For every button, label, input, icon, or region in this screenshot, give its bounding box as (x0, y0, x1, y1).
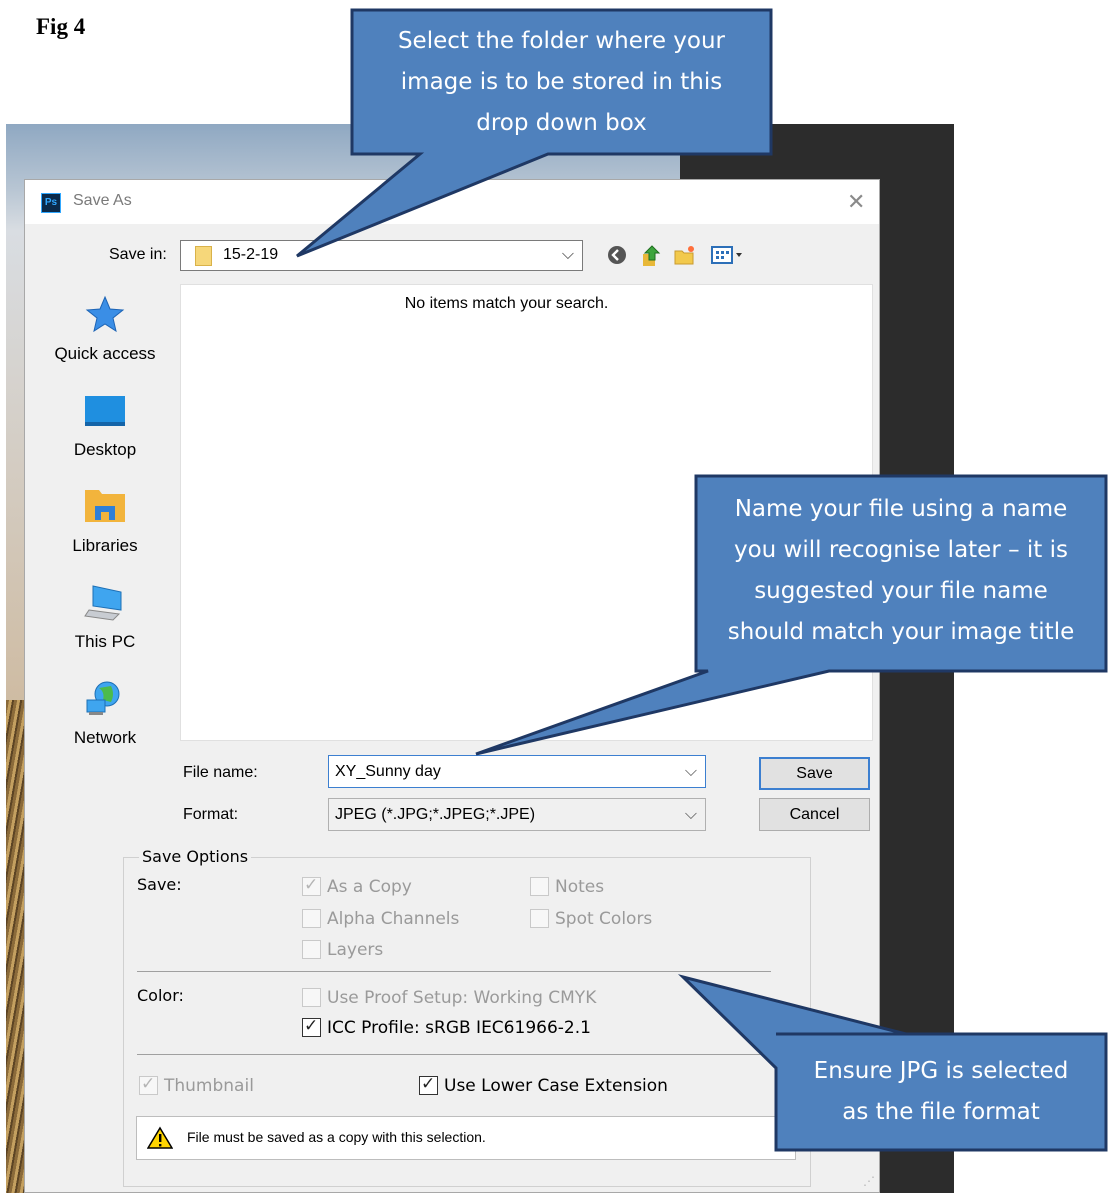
file-name-value: XY_Sunny day (335, 763, 441, 780)
as-a-copy-label: As a Copy (327, 877, 412, 897)
dialog-title: Save As (73, 192, 132, 209)
use-proof-setup-label: Use Proof Setup: Working CMYK (327, 988, 597, 1008)
chevron-down-icon: ⌵ (561, 244, 574, 263)
figure-label: Fig 4 (36, 14, 86, 39)
background-grass (6, 700, 24, 1193)
place-label: Network (73, 728, 137, 747)
callout-line: Ensure JPG is selected (813, 1058, 1069, 1084)
as-a-copy-checkbox[interactable]: ✓ (302, 875, 321, 896)
warning-icon (146, 1126, 174, 1150)
notes-label: Notes (555, 877, 605, 897)
layers-checkbox[interactable] (302, 940, 321, 959)
star-icon (83, 294, 127, 334)
back-icon[interactable] (605, 244, 629, 268)
save-label: Save: (137, 875, 182, 894)
callout-line: you will recognise later – it is (733, 537, 1069, 563)
place-network[interactable]: Network (35, 668, 175, 758)
format-dropdown[interactable]: JPEG (*.JPG;*.JPEG;*.JPE) ⌵ (328, 798, 706, 831)
resize-grip-icon[interactable]: ⋰ (863, 1174, 875, 1188)
spot-colors-checkbox[interactable] (530, 909, 549, 928)
place-desktop[interactable]: Desktop (35, 380, 175, 470)
save-in-dropdown[interactable]: 15-2-19 ⌵ (180, 240, 583, 271)
use-proof-setup-checkbox[interactable] (302, 988, 321, 1007)
divider (137, 971, 771, 972)
callout-line: Select the folder where your (397, 28, 726, 54)
icc-profile-label: ICC Profile: sRGB IEC61966-2.1 (327, 1018, 591, 1038)
save-options-title: Save Options (139, 847, 252, 866)
warning-box: File must be saved as a copy with this s… (136, 1116, 796, 1160)
folder-icon (195, 246, 212, 266)
cancel-button[interactable]: Cancel (759, 798, 870, 831)
callout-line: image is to be stored in this (400, 69, 723, 95)
network-icon (83, 678, 127, 718)
place-quick-access[interactable]: Quick access (35, 284, 175, 374)
callout-line: drop down box (476, 110, 647, 136)
libraries-icon (83, 486, 127, 526)
icc-profile-checkbox[interactable]: ✓ (302, 1016, 321, 1037)
callout-line: as the file format (842, 1099, 1040, 1125)
place-label: Quick access (54, 344, 156, 363)
place-this-pc[interactable]: This PC (35, 572, 175, 662)
thumbnail-label: Thumbnail (164, 1076, 254, 1096)
alpha-channels-label: Alpha Channels (327, 909, 460, 929)
lower-case-extension-label: Use Lower Case Extension (444, 1076, 668, 1096)
color-label: Color: (137, 986, 184, 1005)
view-menu-icon[interactable] (709, 244, 749, 268)
layers-label: Layers (327, 940, 384, 960)
callout-format: Ensure JPG is selected as the file forma… (776, 1051, 1106, 1133)
lower-case-extension-checkbox[interactable]: ✓ (419, 1074, 438, 1095)
close-icon[interactable]: ✕ (847, 190, 865, 215)
chevron-down-icon: ⌵ (684, 804, 697, 823)
place-label: Libraries (72, 536, 138, 555)
save-in-value: 15-2-19 (223, 246, 279, 263)
place-libraries[interactable]: Libraries (35, 476, 175, 566)
computer-icon (83, 582, 127, 622)
empty-message: No items match your search. (404, 295, 609, 312)
notes-checkbox[interactable] (530, 877, 549, 896)
thumbnail-checkbox[interactable]: ✓ (139, 1074, 158, 1095)
title-bar: Ps Save As ✕ (25, 180, 879, 224)
place-label: This PC (74, 632, 136, 651)
save-as-dialog: Ps Save As ✕ Save in: 15-2-19 ⌵ Quick ac… (24, 179, 880, 1193)
place-label: Desktop (73, 440, 137, 459)
divider (137, 1054, 771, 1055)
desktop-icon (83, 390, 127, 430)
file-name-input[interactable]: XY_Sunny day ⌵ (328, 755, 706, 788)
save-button[interactable]: Save (759, 757, 870, 790)
chevron-down-icon[interactable]: ⌵ (685, 761, 697, 781)
alpha-channels-checkbox[interactable] (302, 909, 321, 928)
photoshop-icon: Ps (41, 193, 61, 213)
new-folder-icon[interactable] (673, 244, 697, 268)
format-label: Format: (183, 806, 239, 823)
file-name-label: File name: (183, 764, 258, 781)
save-in-label: Save in: (109, 246, 167, 263)
callout-folder: Select the folder where your image is to… (352, 21, 771, 144)
callout-file-name: Name your file using a name you will rec… (696, 489, 1106, 653)
callout-line: suggested your file name (754, 578, 1048, 604)
up-folder-icon[interactable] (639, 244, 663, 268)
spot-colors-label: Spot Colors (555, 909, 653, 929)
callout-line: Name your file using a name (734, 496, 1068, 522)
callout-line: should match your image title (727, 619, 1075, 645)
format-value: JPEG (*.JPG;*.JPEG;*.JPE) (335, 806, 536, 823)
warning-text: File must be saved as a copy with this s… (187, 1129, 486, 1145)
